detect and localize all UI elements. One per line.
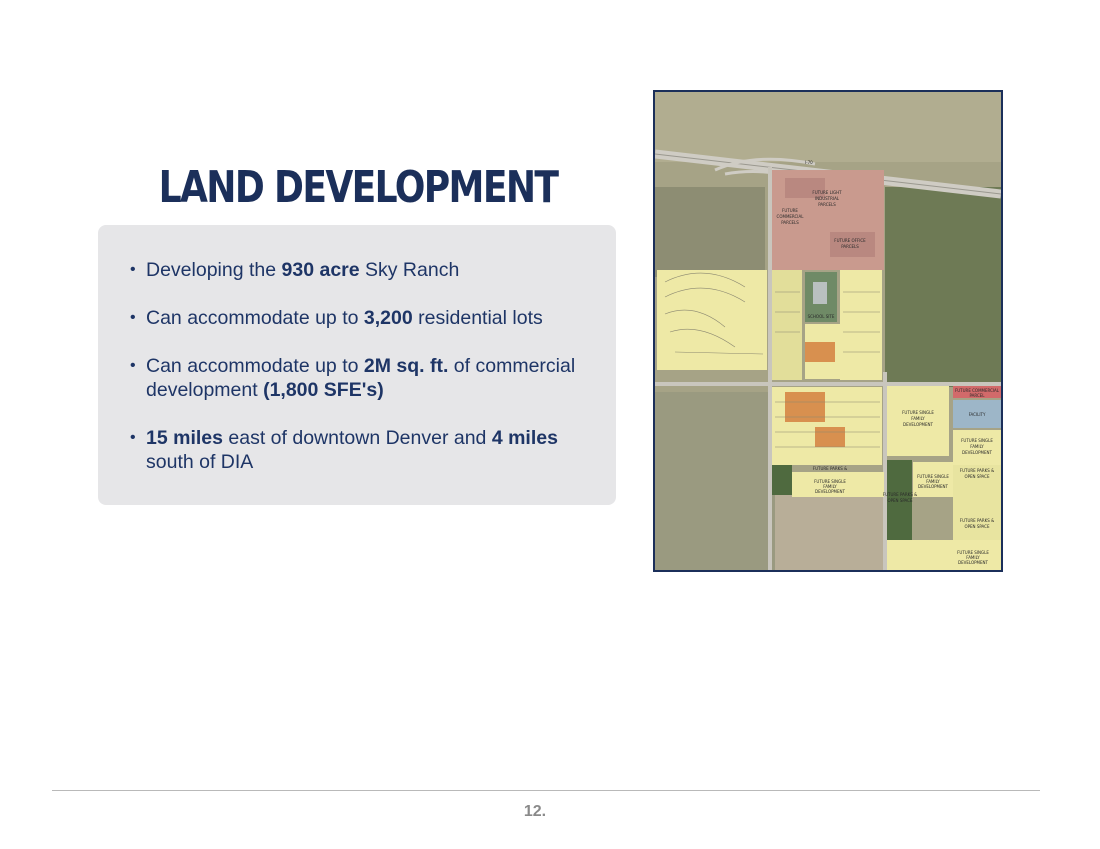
bullet-item-acreage: Developing the 930 acre Sky Ranch — [130, 258, 600, 282]
label-parks-east-2: OPEN SPACE — [964, 474, 990, 479]
bullet-text: Sky Ranch — [359, 259, 460, 281]
label-commercial-1: FUTURE — [782, 208, 798, 213]
label-sf-east-1-1: FUTURE SINGLE — [902, 410, 934, 415]
label-parks-center-1: FUTURE PARKS & — [813, 466, 847, 471]
bullet-text: residential lots — [412, 307, 543, 329]
site-plan-svg: I-70 FUTURE LIGHT INDUSTRIAL PARCELS FUT… — [655, 92, 1001, 570]
label-commercial-2: COMMERCIAL — [777, 214, 805, 219]
bullet-text: Developing the — [146, 259, 282, 281]
label-sf-east-1-3: DEVELOPMENT — [903, 422, 933, 427]
site-plan-map: I-70 FUTURE LIGHT INDUSTRIAL PARCELS FUT… — [653, 90, 1003, 572]
label-parks-se-2: OPEN SPACE — [964, 524, 990, 529]
label-office-2: PARCELS — [841, 244, 859, 249]
bullet-panel: Developing the 930 acre Sky Ranch Can ac… — [98, 225, 616, 505]
label-sf-south-east-3: DEVELOPMENT — [958, 560, 988, 565]
label-sf-east-2-3: DEVELOPMENT — [962, 450, 992, 455]
bullet-text: south of DIA — [146, 451, 254, 473]
label-commercial-3: PARCELS — [781, 220, 799, 225]
label-office-1: FUTURE OFFICE — [834, 238, 866, 243]
bullet-list: Developing the 930 acre Sky Ranch Can ac… — [130, 258, 600, 498]
label-light-industrial-1: FUTURE LIGHT — [812, 190, 842, 195]
footer-divider — [52, 790, 1040, 791]
bullet-text: Can accommodate up to — [146, 307, 364, 329]
bullet-text: Can accommodate up to — [146, 355, 364, 377]
label-sf-east-2-2: FAMILY — [970, 444, 984, 449]
label-light-industrial-3: PARCELS — [818, 202, 836, 207]
bullet-emphasis: 930 acre — [281, 259, 360, 281]
bullet-emphasis: 4 miles — [491, 427, 558, 449]
bullet-emphasis: 15 miles — [146, 427, 223, 449]
highway-label: I-70 — [805, 160, 813, 165]
label-parks-se-1: FUTURE PARKS & — [960, 518, 994, 523]
bullet-item-location: 15 miles east of downtown Denver and 4 m… — [130, 426, 600, 474]
bullet-item-commercial: Can accommodate up to 2M sq. ft. of comm… — [130, 354, 600, 402]
bullet-text: east of downtown Denver and — [222, 427, 492, 449]
label-commercial-east-2: PARCEL — [969, 393, 985, 398]
slide-title: LAND DEVELOPMENT — [158, 162, 559, 213]
label-school: SCHOOL SITE — [808, 314, 835, 319]
bullet-item-lots: Can accommodate up to 3,200 residential … — [130, 306, 600, 330]
label-sf-east-1-2: FAMILY — [911, 416, 925, 421]
label-light-industrial-2: INDUSTRIAL — [815, 196, 840, 201]
label-parks-south-2: OPEN SPACE — [887, 498, 913, 503]
bullet-emphasis: (1,800 SFE's) — [263, 379, 384, 401]
bullet-emphasis: 3,200 — [363, 307, 413, 329]
label-sf-south-mid-3: DEVELOPMENT — [918, 484, 948, 489]
label-parks-east-1: FUTURE PARKS & — [960, 468, 994, 473]
label-sf-south-center-3: DEVELOPMENT — [815, 489, 845, 494]
label-sf-east-2-1: FUTURE SINGLE — [961, 438, 993, 443]
label-parks-south-1: FUTURE PARKS & — [883, 492, 917, 497]
bullet-emphasis: 2M sq. ft. — [363, 355, 449, 377]
label-facility: FACILITY — [969, 412, 986, 417]
page-number: 12. — [523, 803, 547, 820]
